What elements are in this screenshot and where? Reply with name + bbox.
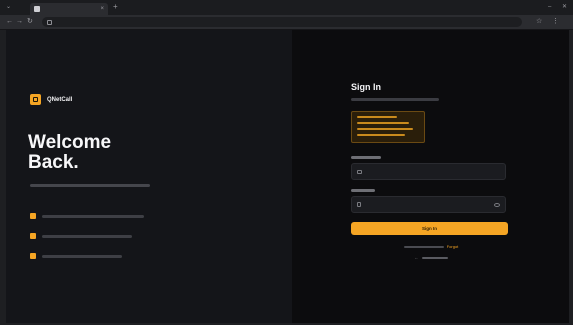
demo-line — [357, 116, 397, 118]
demo-credentials-box — [351, 111, 425, 143]
bookmark-star-icon[interactable]: ☆ — [536, 17, 542, 27]
signin-subtitle — [351, 98, 439, 101]
address-bar[interactable] — [42, 17, 522, 27]
signin-title: Sign In — [351, 82, 381, 92]
demo-line — [357, 134, 405, 136]
lock-icon — [357, 202, 361, 207]
signin-button[interactable]: Sign In — [351, 222, 508, 235]
mail-icon — [357, 169, 362, 174]
brand: QNetCall — [30, 94, 72, 105]
back-icon[interactable]: ← — [6, 17, 13, 27]
signin-form: Sign In Sign In Forgot ← — [351, 82, 511, 260]
forgot-row: Forgot — [351, 244, 511, 249]
feature-list — [30, 212, 144, 272]
logo-icon — [30, 94, 41, 105]
signin-button-label: Sign In — [422, 226, 437, 231]
reload-icon[interactable]: ↻ — [27, 17, 33, 27]
password-label — [351, 189, 375, 192]
forgot-prompt — [403, 245, 444, 248]
hero-panel: QNetCall Welcome Back. — [6, 30, 292, 323]
feature-text — [42, 234, 132, 238]
password-field[interactable] — [351, 196, 506, 213]
feature-item — [30, 232, 144, 240]
close-icon[interactable]: × — [100, 5, 104, 13]
favicon-icon — [34, 6, 40, 12]
feature-item — [30, 212, 144, 220]
browser-toolbar: ← → ↻ ☆ ⋮ — [0, 15, 573, 30]
close-window-icon[interactable]: ✕ — [562, 3, 567, 11]
browser-tabstrip: ⌄ × + – ✕ — [0, 0, 573, 15]
feature-item — [30, 252, 144, 260]
welcome-line-1: Welcome — [28, 132, 112, 153]
email-label — [351, 156, 381, 159]
tagline-text — [30, 184, 150, 187]
minimize-icon[interactable]: – — [548, 3, 551, 11]
chart-icon — [30, 253, 36, 259]
welcome-heading: Welcome Back. — [28, 133, 228, 173]
new-tab-button[interactable]: + — [113, 2, 118, 12]
site-info-icon[interactable] — [47, 19, 52, 25]
feature-text — [42, 254, 122, 258]
window-menu-icon[interactable]: ⌄ — [6, 3, 11, 11]
demo-line — [357, 128, 413, 130]
show-password-icon[interactable] — [494, 203, 500, 207]
bolt-icon — [30, 233, 36, 239]
shield-icon — [30, 213, 36, 219]
welcome-line-2: Back. — [28, 152, 79, 173]
forgot-password-link[interactable]: Forgot — [447, 244, 459, 249]
browser-tab[interactable]: × — [30, 3, 108, 15]
demo-line — [357, 122, 409, 124]
arrow-left-icon: ← — [414, 255, 419, 260]
menu-icon[interactable]: ⋮ — [552, 17, 559, 27]
email-field[interactable] — [351, 163, 506, 180]
forward-icon[interactable]: → — [16, 17, 23, 27]
back-link-text[interactable] — [421, 257, 448, 259]
feature-text — [42, 214, 144, 218]
back-link[interactable]: ← — [351, 256, 511, 260]
brand-name: QNetCall — [47, 96, 73, 103]
